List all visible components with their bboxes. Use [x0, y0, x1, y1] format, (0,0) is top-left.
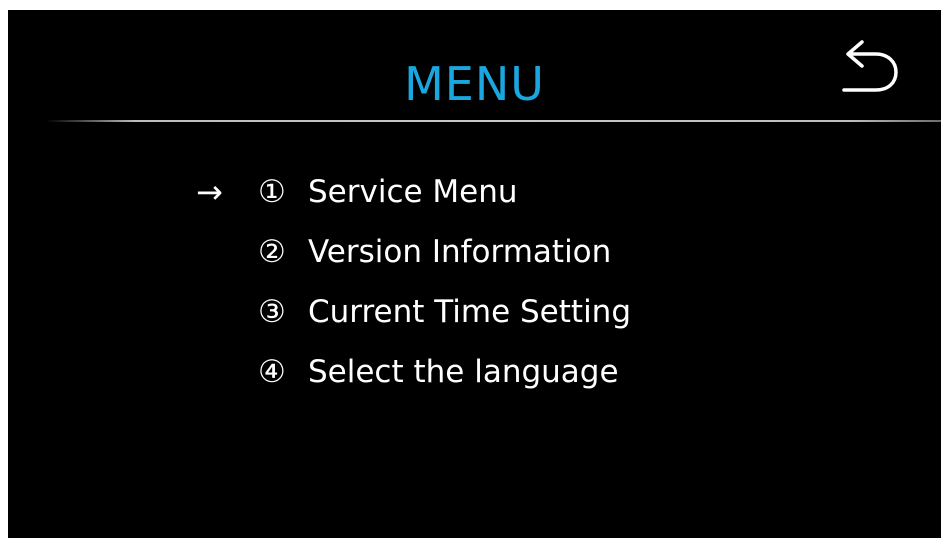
- menu-item-number: ①: [258, 174, 286, 210]
- menu-item-label: Service Menu: [308, 174, 518, 210]
- menu-screen: MENU → ① Service Menu ② Version Informat…: [8, 10, 941, 538]
- menu-item-select-language[interactable]: ④ Select the language: [258, 350, 619, 394]
- menu-item-number: ④: [258, 354, 286, 390]
- menu-item-version-information[interactable]: ② Version Information: [258, 230, 611, 274]
- menu-item-number: ②: [258, 234, 286, 270]
- menu-item-label: Current Time Setting: [308, 294, 632, 330]
- menu-item-number: ③: [258, 294, 286, 330]
- menu-list: ① Service Menu ② Version Information ③ C…: [8, 10, 941, 538]
- menu-item-label: Version Information: [308, 234, 612, 270]
- menu-item-current-time-setting[interactable]: ③ Current Time Setting: [258, 290, 631, 334]
- menu-item-service-menu[interactable]: ① Service Menu: [258, 170, 518, 214]
- menu-item-label: Select the language: [308, 354, 619, 390]
